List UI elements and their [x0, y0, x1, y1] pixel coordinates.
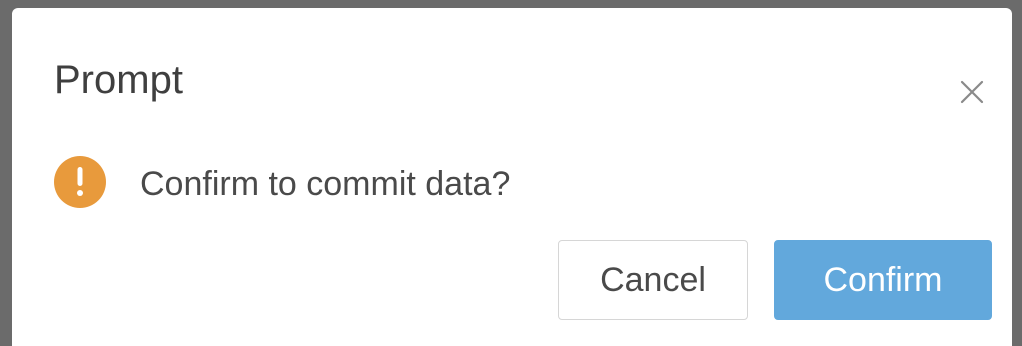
confirm-button[interactable]: Confirm — [774, 240, 992, 320]
modal-backdrop: Prompt Confirm to commit data? Cancel Co… — [0, 0, 1022, 346]
close-icon[interactable] — [958, 78, 986, 106]
confirm-dialog: Prompt Confirm to commit data? Cancel Co… — [12, 8, 1012, 346]
warning-exclamation-icon — [54, 156, 106, 208]
cancel-button[interactable]: Cancel — [558, 240, 748, 320]
dialog-message: Confirm to commit data? — [140, 165, 511, 203]
dialog-title: Prompt — [54, 58, 183, 102]
